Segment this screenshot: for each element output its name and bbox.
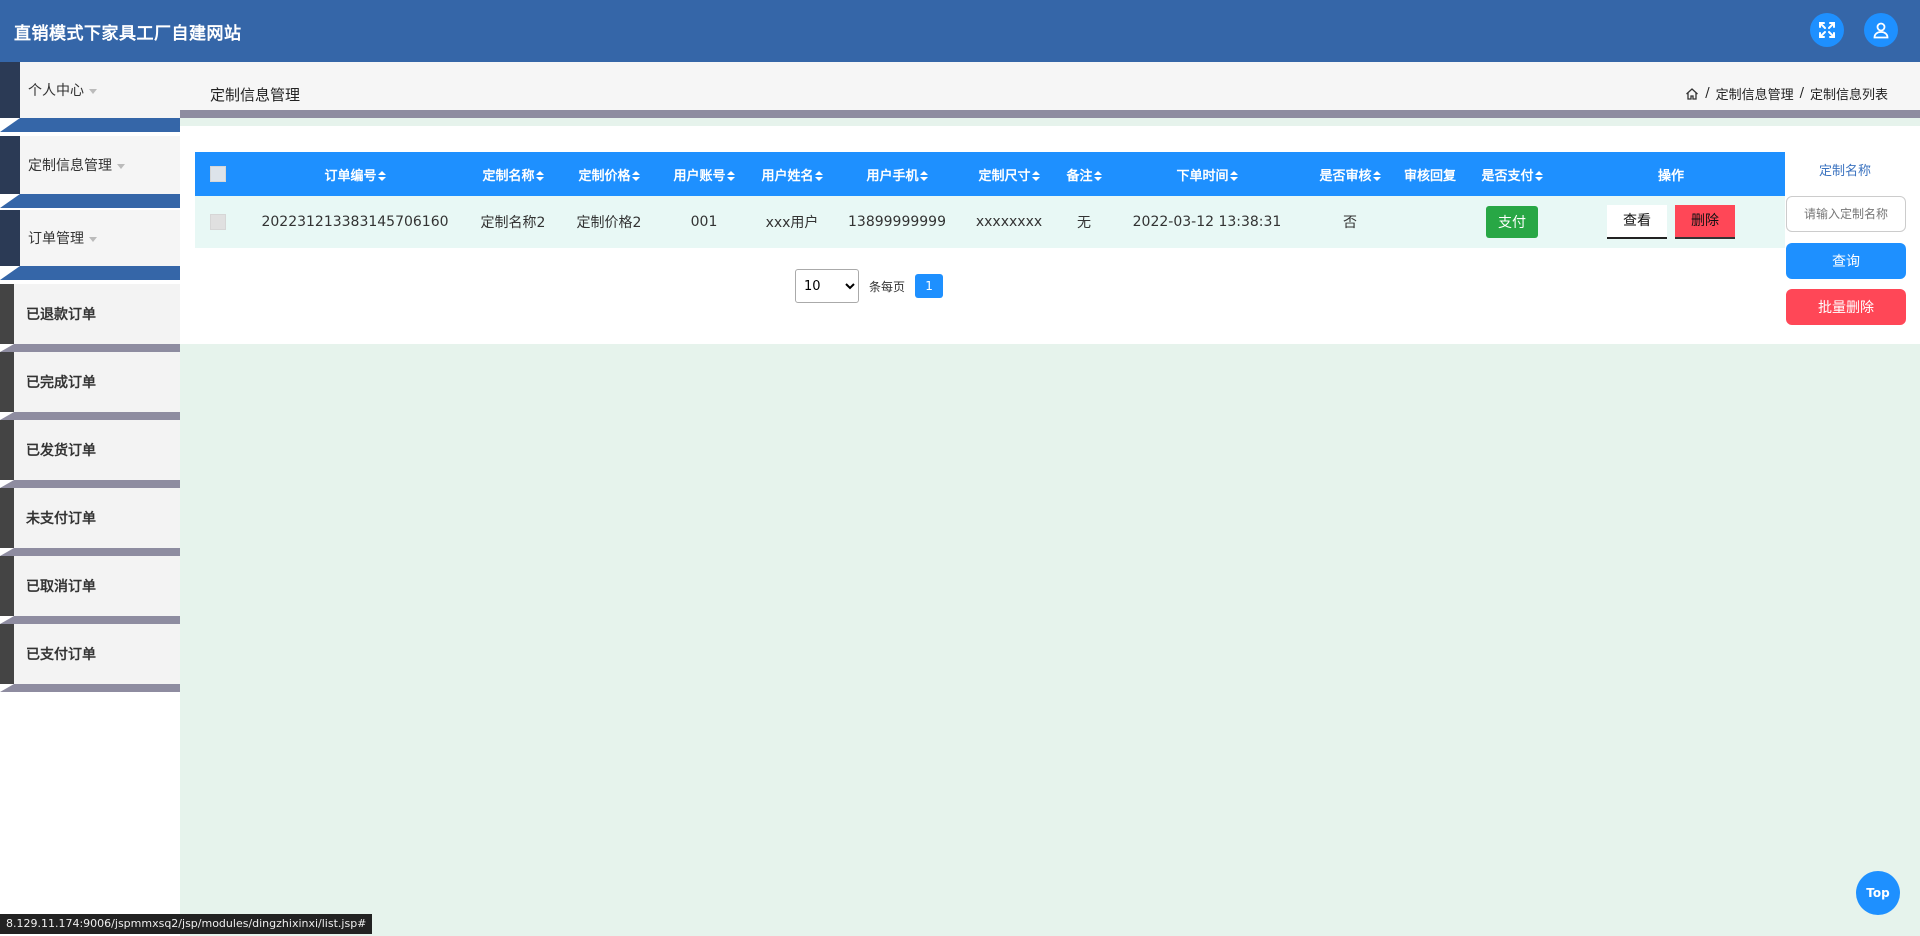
breadcrumb-item: 定制信息列表 — [1809, 88, 1888, 103]
column-header[interactable]: 订单编号 — [241, 152, 469, 196]
column-header[interactable]: 用户姓名 — [747, 152, 837, 196]
sidebar-item-cancelled-orders[interactable]: 已取消订单 — [0, 556, 180, 624]
cell-review-reply — [1393, 196, 1467, 248]
menu-label: 定制信息管理 — [28, 158, 112, 174]
breadcrumb-item[interactable]: 定制信息管理 — [1716, 84, 1794, 103]
sidebar-item-completed-orders[interactable]: 已完成订单 — [0, 352, 180, 420]
back-to-top-button[interactable]: Top — [1856, 871, 1900, 915]
row-checkbox[interactable] — [210, 214, 226, 230]
cell-remark: 无 — [1061, 196, 1107, 248]
sort-icon — [919, 171, 928, 181]
caret-down-icon — [89, 236, 97, 242]
cell-size: xxxxxxxx — [957, 196, 1061, 248]
sort-icon — [814, 171, 823, 181]
page-size-select[interactable]: 10 — [795, 269, 859, 303]
pagination: 10 条每页 1 — [795, 269, 944, 303]
sidebar-item-refunded-orders[interactable]: 已退款订单 — [0, 284, 180, 352]
delete-button[interactable]: 删除 — [1675, 205, 1735, 239]
query-button[interactable]: 查询 — [1786, 243, 1906, 279]
column-header[interactable]: 下单时间 — [1107, 152, 1307, 196]
sidebar-item-paid-orders[interactable]: 已支付订单 — [0, 624, 180, 692]
sidebar-item-unpaid-orders[interactable]: 未支付订单 — [0, 488, 180, 556]
column-header: 审核回复 — [1393, 152, 1467, 196]
column-header[interactable]: 定制价格 — [557, 152, 661, 196]
sidebar: 个人中心 定制信息管理 订单管理 已退款订单 已完成订单 已发货订单 未支付订单… — [0, 62, 180, 936]
page-header: 定制信息管理 / 定制信息管理 / 定制信息列表 — [180, 62, 1920, 118]
search-input[interactable] — [1786, 196, 1906, 232]
menu-label: 订单管理 — [28, 231, 84, 247]
user-button[interactable] — [1864, 13, 1898, 47]
select-all-checkbox[interactable] — [210, 166, 226, 182]
column-header[interactable]: 定制名称 — [469, 152, 557, 196]
sidebar-item-custom-info[interactable]: 定制信息管理 — [0, 136, 180, 208]
sort-icon — [1372, 171, 1381, 181]
view-button[interactable]: 查看 — [1607, 205, 1667, 239]
caret-down-icon — [117, 163, 125, 169]
cell-phone: 13899999999 — [837, 196, 957, 248]
cell-account: 001 — [661, 196, 747, 248]
page-number-button[interactable]: 1 — [915, 274, 944, 298]
column-header: 操作 — [1557, 152, 1785, 196]
sidebar-item-shipped-orders[interactable]: 已发货订单 — [0, 420, 180, 488]
column-header[interactable]: 用户账号 — [661, 152, 747, 196]
sidebar-item-order-management[interactable]: 订单管理 — [0, 210, 180, 280]
fullscreen-button[interactable] — [1810, 13, 1844, 47]
sidebar-item-personal-center[interactable]: 个人中心 — [0, 62, 180, 132]
page-title: 定制信息管理 — [210, 86, 301, 104]
cell-order-time: 2022-03-12 13:38:31 — [1107, 196, 1307, 248]
sort-icon — [535, 171, 544, 181]
status-url-bar: 8.129.11.174:9006/jspmmxsq2/jsp/modules/… — [0, 914, 373, 934]
column-header[interactable]: 定制尺寸 — [957, 152, 1061, 196]
table-header-row: 订单编号 定制名称 定制价格 用户账号 用户姓名 用户手机 定制尺寸 备注 下单… — [195, 152, 1785, 196]
batch-delete-button[interactable]: 批量删除 — [1786, 289, 1906, 325]
column-header[interactable]: 是否审核 — [1307, 152, 1393, 196]
search-label: 定制名称 — [1818, 164, 1871, 179]
column-header[interactable]: 是否支付 — [1467, 152, 1557, 196]
sort-icon — [1031, 171, 1040, 181]
sort-icon — [726, 171, 735, 181]
order-table: 订单编号 定制名称 定制价格 用户账号 用户姓名 用户手机 定制尺寸 备注 下单… — [195, 152, 1785, 248]
menu-label: 个人中心 — [28, 83, 84, 99]
sort-icon — [1229, 171, 1238, 181]
pay-button[interactable]: 支付 — [1486, 206, 1538, 238]
column-header[interactable]: 备注 — [1061, 152, 1107, 196]
fullscreen-icon — [1819, 22, 1835, 38]
table-row: 202231213383145706160 定制名称2 定制价格2 001 xx… — [195, 196, 1785, 248]
home-icon[interactable] — [1685, 87, 1699, 101]
cell-order-no: 202231213383145706160 — [241, 196, 469, 248]
breadcrumb-separator: / — [1705, 86, 1710, 101]
content-panel: 订单编号 定制名称 定制价格 用户账号 用户姓名 用户手机 定制尺寸 备注 下单… — [180, 126, 1920, 344]
breadcrumb: / 定制信息管理 / 定制信息列表 — [1685, 84, 1888, 103]
cell-name: 定制名称2 — [469, 196, 557, 248]
sort-icon — [1534, 171, 1543, 181]
sort-icon — [1093, 171, 1102, 181]
breadcrumb-separator: / — [1799, 86, 1804, 101]
per-page-label: 条每页 — [869, 279, 906, 294]
site-title: 直销模式下家具工厂自建网站 — [14, 24, 242, 44]
cell-user-name: xxx用户 — [747, 196, 837, 248]
sort-icon — [631, 171, 640, 181]
sort-icon — [377, 171, 386, 181]
user-icon — [1873, 22, 1889, 39]
top-header: 直销模式下家具工厂自建网站 — [0, 0, 1920, 62]
column-header[interactable]: 用户手机 — [837, 152, 957, 196]
cell-price: 定制价格2 — [557, 196, 661, 248]
caret-down-icon — [89, 88, 97, 94]
cell-reviewed: 否 — [1307, 196, 1393, 248]
